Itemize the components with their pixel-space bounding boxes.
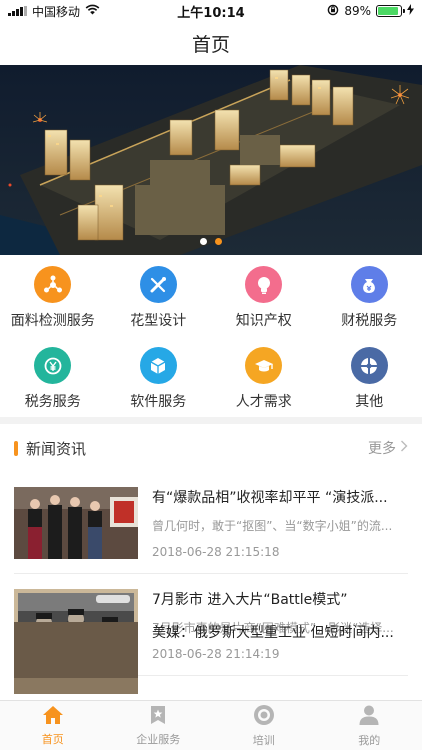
service-label: 税务服务 — [24, 394, 81, 410]
tab-mine[interactable]: 我的 — [317, 701, 422, 750]
tab-training[interactable]: 培训 — [211, 701, 317, 750]
news-section: 新闻资讯 更多 有“爆款品相”收视率却平平 “演技派... 曾几何时，敢于“抠图… — [0, 424, 422, 700]
flame-icon — [14, 440, 18, 456]
service-finance-tax[interactable]: 财税服务 — [317, 255, 422, 336]
news-item-title: 7月影市 进入大片“Battle模式” — [152, 591, 348, 608]
service-label: 其他 — [355, 394, 384, 410]
service-label: 财税服务 — [341, 313, 398, 329]
service-label: 人才需求 — [235, 394, 292, 410]
lightbulb-icon — [245, 266, 283, 303]
carousel-dot[interactable] — [200, 238, 207, 245]
services-grid: 面料检测服务 花型设计 知识产权 财税服务 税务服务 软件服务 人才需求 其他 — [0, 255, 422, 417]
bookmark-icon — [148, 705, 168, 728]
rotation-lock-icon — [327, 4, 339, 19]
service-pattern-design[interactable]: 花型设计 — [106, 255, 212, 336]
carousel-dot-active[interactable] — [215, 238, 222, 245]
service-talent[interactable]: 人才需求 — [211, 336, 317, 417]
battery-percent: 89% — [344, 4, 371, 18]
nav-bar: 首页 — [0, 22, 422, 65]
carousel-indicator — [0, 238, 422, 245]
carrier-name: 中国移动 — [32, 4, 81, 19]
money-bag-icon — [350, 266, 388, 303]
service-fabric-testing[interactable]: 面料检测服务 — [0, 255, 106, 336]
news-item-summary: 曾几何时，敢于“抠图”、当“数字小姐”的流... — [152, 519, 393, 533]
news-heading: 新闻资讯 — [14, 438, 86, 459]
news-item[interactable]: 有“爆款品相”收视率却平平 “演技派... 曾几何时，敢于“抠图”、当“数字小姐… — [14, 472, 408, 574]
chevron-right-icon — [400, 440, 408, 456]
yuan-coin-icon — [34, 347, 72, 384]
news-text: 美媒：俄罗斯大型重工业 但短时间内... — [152, 622, 408, 694]
wifi-icon — [85, 4, 100, 18]
banner-carousel[interactable] — [0, 65, 422, 255]
news-header: 新闻资讯 更多 — [0, 424, 422, 472]
more-label: 更多 — [368, 441, 396, 457]
graduation-cap-icon — [245, 347, 283, 384]
tab-label: 培训 — [252, 733, 275, 747]
service-label: 面料检测服务 — [10, 313, 95, 329]
home-icon — [42, 705, 64, 728]
news-item[interactable]: 美媒：俄罗斯大型重工业 但短时间内... — [14, 622, 408, 700]
tab-bar: 首页 企业服务 培训 我的 — [0, 700, 422, 750]
signal-icon — [8, 6, 27, 16]
tab-enterprise-services[interactable]: 企业服务 — [106, 701, 212, 750]
service-label: 知识产权 — [235, 313, 292, 329]
user-icon — [358, 704, 380, 729]
more-link[interactable]: 更多 — [368, 438, 408, 458]
news-text: 有“爆款品相”收视率却平平 “演技派... 曾几何时，敢于“抠图”、当“数字小姐… — [152, 487, 408, 559]
news-item-time: 2018-06-28 21:15:18 — [152, 544, 280, 559]
banner-image — [0, 65, 422, 255]
news-item-title: 有“爆款品相”收视率却平平 “演技派... — [152, 489, 388, 506]
service-label: 软件服务 — [130, 394, 187, 410]
news-item-title: 美媒：俄罗斯大型重工业 但短时间内... — [152, 625, 394, 641]
news-title: 新闻资讯 — [26, 439, 87, 458]
service-tax[interactable]: 税务服务 — [0, 336, 106, 417]
service-ip[interactable]: 知识产权 — [211, 255, 317, 336]
charging-icon — [407, 4, 414, 18]
news-thumbnail — [14, 486, 138, 559]
tab-home[interactable]: 首页 — [0, 701, 106, 750]
service-other[interactable]: 其他 — [317, 336, 422, 417]
status-right: 89% — [327, 4, 414, 19]
page-title: 首页 — [191, 34, 230, 56]
status-left: 中国移动 — [8, 3, 100, 20]
cube-icon — [139, 347, 177, 384]
service-software[interactable]: 软件服务 — [106, 336, 212, 417]
grid-icon — [350, 347, 388, 384]
battery-icon — [376, 5, 405, 17]
tab-label: 企业服务 — [136, 732, 181, 746]
tab-label: 我的 — [358, 733, 381, 747]
service-label: 花型设计 — [130, 313, 187, 329]
tab-label: 首页 — [41, 732, 64, 746]
news-thumbnail — [14, 622, 138, 694]
status-bar: 中国移动 上午10:14 89% — [0, 0, 422, 22]
design-tools-icon — [139, 266, 177, 303]
target-icon — [253, 704, 275, 729]
hub-icon — [34, 266, 72, 303]
